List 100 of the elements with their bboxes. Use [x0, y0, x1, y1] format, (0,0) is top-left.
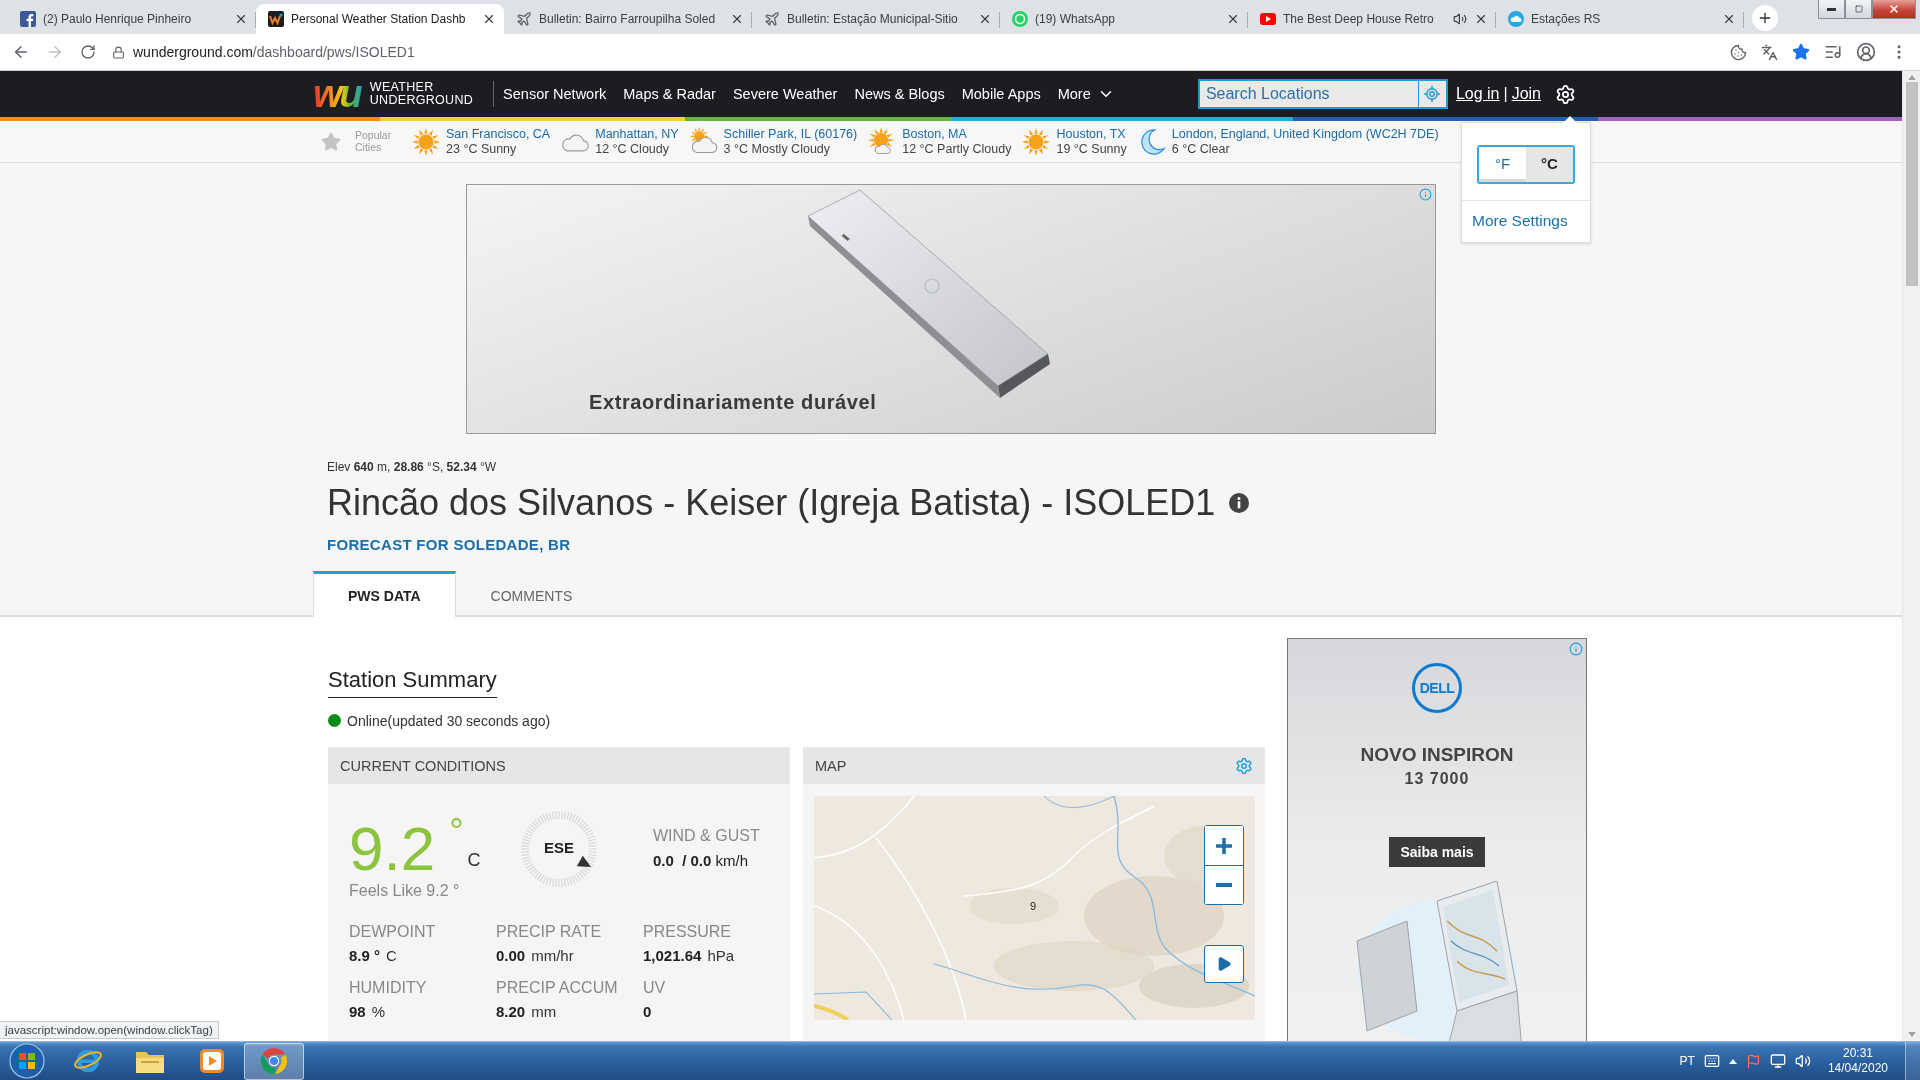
metric-label: DEWPOINT: [349, 923, 436, 941]
info-icon[interactable]: [1229, 493, 1250, 513]
metric-value: 8.9 ° C: [349, 947, 397, 964]
media-control-icon[interactable]: [1824, 43, 1842, 61]
plus-icon: [1216, 837, 1232, 854]
login-link[interactable]: Log in: [1455, 85, 1500, 103]
metric-label: PRESSURE: [643, 923, 732, 941]
tab-title[interactable]: Bulletin: Bairro Farroupilha Soled: [539, 12, 716, 26]
close-icon[interactable]: [978, 12, 992, 26]
browser-tab[interactable]: The Best Deep House Retro: [1248, 4, 1496, 34]
city-link[interactable]: Houston, TX: [1056, 127, 1127, 142]
speaker-icon[interactable]: [1453, 12, 1467, 26]
link-separator: |: [1503, 85, 1508, 103]
city-conditions: 19 °C Sunny: [1056, 141, 1127, 156]
unit-option[interactable]: °F: [1479, 147, 1526, 182]
nav-link[interactable]: Severe Weather: [732, 86, 838, 102]
browser-tab[interactable]: (2) Paulo Henrique Pinheiro: [8, 4, 256, 34]
monitor-icon[interactable]: [1769, 1053, 1786, 1069]
scrollbar-thumb[interactable]: [1905, 82, 1918, 286]
city-link[interactable]: Schiller Park, IL (60176): [723, 127, 858, 142]
keyboard-icon[interactable]: [1703, 1053, 1720, 1069]
panel-title: MAP: [815, 757, 847, 774]
tab-title[interactable]: (2) Paulo Henrique Pinheiro: [43, 12, 192, 26]
unit-toggle[interactable]: °F °C: [1477, 145, 1575, 184]
lock-icon[interactable]: [112, 45, 125, 59]
nav-link[interactable]: News & Blogs: [854, 86, 945, 102]
city-conditions: 6 °C Clear: [1171, 141, 1231, 156]
close-icon[interactable]: [730, 12, 744, 26]
more-settings-link[interactable]: More Settings: [1472, 212, 1568, 230]
star-icon[interactable]: [321, 131, 341, 152]
city-conditions: 23 °C Sunny: [446, 141, 518, 156]
side-ad[interactable]: DELL NOVO INSPIRON 13 7000 Saiba mais: [1287, 638, 1587, 1041]
temperature-unit: C: [467, 850, 481, 870]
close-icon[interactable]: [1722, 12, 1736, 26]
profile-icon[interactable]: [1856, 42, 1876, 62]
locate-button[interactable]: [1417, 79, 1448, 109]
minimize-button[interactable]: [1818, 0, 1845, 19]
page-tab[interactable]: COMMENTS: [455, 571, 608, 617]
city-link[interactable]: London, England, United Kingdom (WC2H 7DE): [1171, 127, 1439, 142]
star-icon[interactable]: [1792, 43, 1810, 61]
clock[interactable]: 20:31 14/04/2020: [1819, 1046, 1896, 1076]
tab-title[interactable]: Bulletin: Estação Municipal-Sitio: [787, 12, 958, 26]
browser-tab[interactable]: (19) WhatsApp: [1000, 4, 1248, 34]
search-field[interactable]: Search Locations: [1197, 79, 1418, 109]
play-logo-icon: [1260, 13, 1276, 25]
close-button[interactable]: [1872, 0, 1916, 19]
city-link[interactable]: Boston, MA: [902, 127, 1012, 142]
metric-label: PRECIP ACCUM: [496, 979, 618, 997]
play-button[interactable]: [1204, 945, 1244, 983]
nav-menu-button[interactable]: More: [1057, 85, 1115, 103]
close-icon[interactable]: [482, 12, 496, 26]
metric-label: HUMIDITY: [349, 979, 427, 997]
panel-title: CURRENT CONDITIONS: [340, 757, 506, 774]
metric-value: 0: [643, 1003, 653, 1020]
language-indicator[interactable]: PT: [1679, 1054, 1695, 1068]
forecast-link[interactable]: FORECAST FOR SOLEDADE, BR: [327, 536, 571, 553]
metric-value: 1,021.64 hPa: [643, 947, 735, 964]
close-icon[interactable]: [234, 12, 248, 26]
metric-label: UV: [643, 979, 666, 997]
tab-title[interactable]: The Best Deep House Retro: [1283, 12, 1434, 26]
url-field[interactable]: wunderground.com/dashboard/pws/ISOLED1: [133, 44, 415, 60]
locate-icon: [1423, 85, 1442, 103]
city-conditions: 12 °C Partly Cloudy: [902, 141, 1012, 156]
caret-up-icon[interactable]: [1728, 1058, 1737, 1064]
browser-tab[interactable]: Bulletin: Estação Municipal-Sitio: [752, 4, 1000, 34]
unit-option[interactable]: °C: [1526, 147, 1573, 182]
join-link[interactable]: Join: [1511, 85, 1541, 103]
translate-icon[interactable]: [1761, 43, 1778, 61]
close-icon[interactable]: [1474, 12, 1488, 26]
tab-title[interactable]: (19) WhatsApp: [1035, 12, 1116, 26]
metric-value: 8.20 mm: [496, 1003, 557, 1020]
media-player-icon: [197, 1046, 227, 1076]
reload-icon[interactable]: [80, 44, 96, 60]
scrollbar[interactable]: [1902, 71, 1920, 1041]
close-icon[interactable]: [1226, 12, 1240, 26]
nav-link[interactable]: Sensor Network: [503, 86, 607, 102]
nav-link[interactable]: Maps & Radar: [623, 86, 716, 102]
show-desktop-button[interactable]: [1905, 1041, 1920, 1080]
flag-icon[interactable]: [1745, 1053, 1761, 1069]
zoom-out-button[interactable]: [1205, 865, 1243, 904]
station-title: Rincão dos Silvanos - Keiser (Igreja Batista) - ISOLED1: [327, 482, 1216, 524]
new-tab-button[interactable]: [1752, 5, 1778, 31]
browser-tab[interactable]: Estações RS: [1496, 4, 1744, 34]
city-link[interactable]: San Francisco, CA: [446, 127, 551, 142]
ad-button[interactable]: Saiba mais: [1389, 837, 1485, 867]
tab-title[interactable]: Estações RS: [1531, 12, 1601, 26]
city-link[interactable]: Manhattan, NY: [595, 127, 679, 142]
metric-value: 0.00 mm/hr: [496, 947, 574, 964]
ad-banner[interactable]: Extraordinariamente durável: [466, 184, 1436, 434]
ad-model: 13 7000: [1404, 769, 1470, 788]
nav-link[interactable]: Mobile Apps: [961, 86, 1041, 102]
tab-title[interactable]: Personal Weather Station Dashb: [291, 12, 466, 26]
browser-tab[interactable]: Bulletin: Bairro Farroupilha Soled: [504, 4, 752, 34]
play-icon: [1216, 956, 1232, 972]
cookie-icon[interactable]: [1730, 43, 1747, 61]
browser-tab[interactable]: Personal Weather Station Dashb: [256, 4, 504, 34]
restore-icon: [1854, 5, 1863, 13]
page-tab[interactable]: PWS DATA: [313, 571, 456, 617]
metric-label: PRECIP RATE: [496, 923, 602, 941]
volume-icon[interactable]: [1794, 1053, 1811, 1069]
